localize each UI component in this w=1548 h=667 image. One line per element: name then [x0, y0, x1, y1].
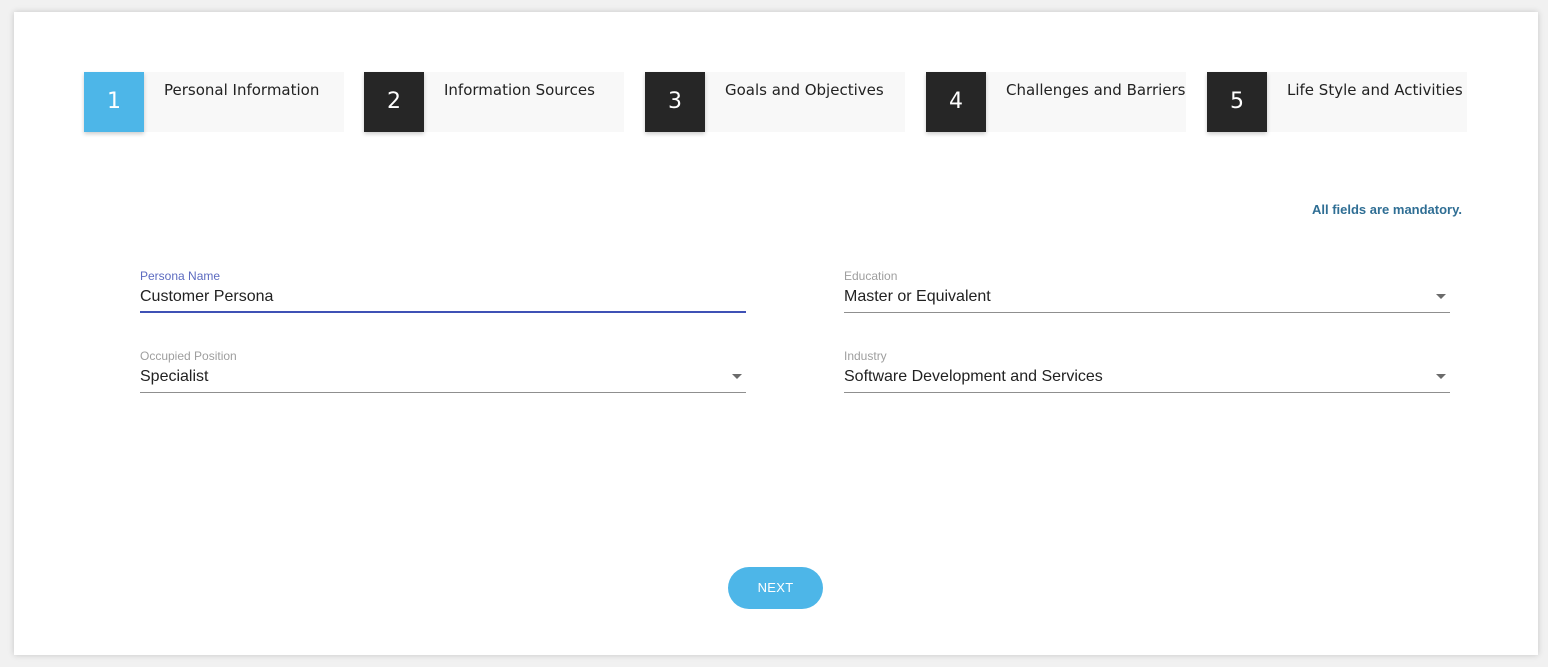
step-number: 4 — [926, 72, 986, 132]
occupied-position-field[interactable]: Occupied Position Specialist — [140, 349, 746, 393]
dropdown-arrow-icon[interactable] — [1436, 374, 1446, 379]
step-label: Challenges and Barriers — [1006, 81, 1186, 99]
step-challenges-and-barriers[interactable]: 4 Challenges and Barriers — [926, 72, 1186, 132]
occupied-position-select[interactable]: Specialist — [140, 365, 746, 393]
step-label: Personal Information — [164, 81, 320, 99]
next-button[interactable]: NEXT — [728, 567, 823, 609]
persona-name-label: Persona Name — [140, 269, 221, 283]
persona-name-input[interactable]: Customer Persona — [140, 285, 746, 313]
step-label: Goals and Objectives — [725, 81, 884, 99]
education-select[interactable]: Master or Equivalent — [844, 285, 1450, 313]
step-information-sources[interactable]: 2 Information Sources — [364, 72, 624, 132]
education-field[interactable]: Education Master or Equivalent — [844, 269, 1450, 313]
industry-field[interactable]: Industry Software Development and Servic… — [844, 349, 1450, 393]
step-number: 1 — [84, 72, 144, 132]
education-value: Master or Equivalent — [844, 288, 991, 305]
step-label: Life Style and Activities — [1287, 81, 1463, 99]
persona-name-field[interactable]: Persona Name Customer Persona — [140, 269, 746, 313]
step-number: 3 — [645, 72, 705, 132]
mandatory-note: All fields are mandatory. — [1311, 202, 1462, 217]
step-personal-information[interactable]: 1 Personal Information — [84, 72, 344, 132]
step-goals-and-objectives[interactable]: 3 Goals and Objectives — [645, 72, 905, 132]
step-number: 2 — [364, 72, 424, 132]
occupied-position-value: Specialist — [140, 368, 209, 385]
industry-select[interactable]: Software Development and Services — [844, 365, 1450, 393]
step-life-style-and-activities[interactable]: 5 Life Style and Activities — [1207, 72, 1467, 132]
dropdown-arrow-icon[interactable] — [732, 374, 742, 379]
industry-value: Software Development and Services — [844, 368, 1103, 385]
industry-label: Industry — [844, 349, 887, 363]
step-label: Information Sources — [444, 81, 595, 99]
step-number: 5 — [1207, 72, 1267, 132]
education-label: Education — [844, 269, 898, 283]
dropdown-arrow-icon[interactable] — [1436, 294, 1446, 299]
persona-name-value: Customer Persona — [140, 288, 274, 305]
persona-wizard-card: 1 Personal Information 2 Information Sou… — [14, 12, 1538, 655]
occupied-position-label: Occupied Position — [140, 349, 237, 363]
